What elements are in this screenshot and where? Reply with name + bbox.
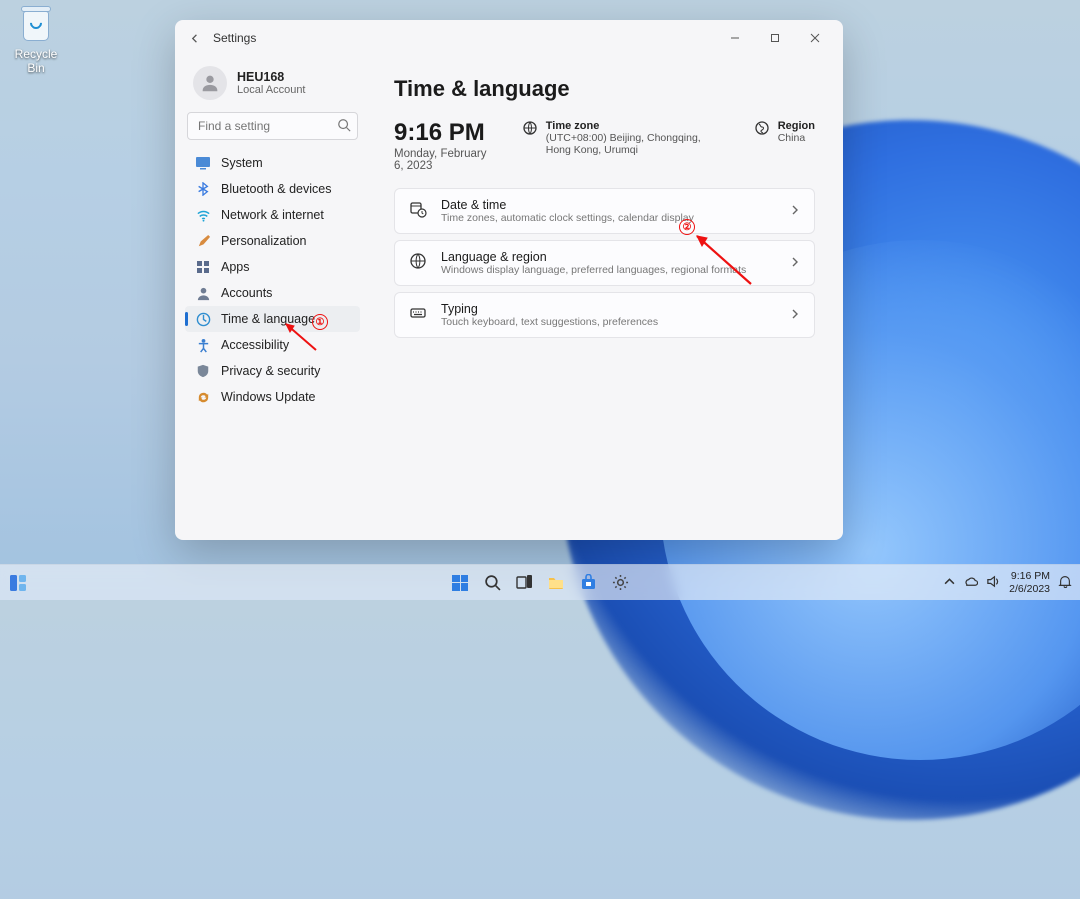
search-input[interactable]	[187, 112, 358, 140]
store-icon[interactable]	[575, 570, 601, 596]
language-icon	[409, 252, 427, 275]
timezone-block: Time zone (UTC+08:00) Beijing, Chongqing…	[522, 120, 726, 156]
chevron-right-icon	[790, 254, 800, 272]
chevron-right-icon	[790, 306, 800, 324]
desktop-icon-recycle-bin[interactable]: Recycle Bin	[6, 3, 66, 75]
chevron-right-icon	[790, 202, 800, 220]
system-icon	[195, 155, 211, 171]
sidebar-item-label: Network & internet	[221, 208, 324, 222]
sidebar-item-network[interactable]: Network & internet	[185, 202, 360, 228]
explorer-icon[interactable]	[543, 570, 569, 596]
system-tray: 9:16 PM 2/6/2023	[944, 570, 1080, 594]
sidebar-item-time-language[interactable]: Time & language	[185, 306, 360, 332]
sidebar-item-personalization[interactable]: Personalization	[185, 228, 360, 254]
taskbar-widgets[interactable]	[5, 570, 31, 596]
back-button[interactable]	[183, 26, 207, 50]
taskbar-search[interactable]	[479, 570, 505, 596]
titlebar: Settings	[175, 20, 843, 56]
sidebar-item-system[interactable]: System	[185, 150, 360, 176]
settings-window: Settings HEU168 Local Account	[175, 20, 843, 540]
brush-icon	[195, 233, 211, 249]
account-block[interactable]: HEU168 Local Account	[185, 56, 360, 112]
sidebar-item-apps[interactable]: Apps	[185, 254, 360, 280]
notifications-icon[interactable]	[1058, 574, 1072, 591]
bluetooth-icon	[195, 181, 211, 197]
card-title: Date & time	[441, 198, 694, 212]
taskbar: 9:16 PM 2/6/2023	[0, 564, 1080, 600]
annotation-arrow-1	[280, 320, 320, 359]
task-view[interactable]	[511, 570, 537, 596]
region-value: China	[778, 132, 815, 144]
region-label: Region	[778, 120, 815, 132]
maximize-button[interactable]	[755, 24, 795, 52]
calendar-clock-icon	[409, 200, 427, 223]
account-type: Local Account	[237, 84, 306, 96]
accessibility-icon	[195, 337, 211, 353]
window-title: Settings	[213, 31, 256, 45]
sidebar-item-bluetooth[interactable]: Bluetooth & devices	[185, 176, 360, 202]
card-typing[interactable]: Typing Touch keyboard, text suggestions,…	[394, 292, 815, 338]
sidebar-item-label: System	[221, 156, 263, 170]
page-title: Time & language	[394, 76, 815, 102]
main-panel: Time & language 9:16 PM Monday, February…	[370, 56, 843, 540]
sidebar-item-accessibility[interactable]: Accessibility	[185, 332, 360, 358]
card-sub: Touch keyboard, text suggestions, prefer…	[441, 316, 658, 328]
search-box[interactable]	[187, 112, 358, 140]
desktop-icon-label: Recycle Bin	[6, 47, 66, 75]
timezone-label: Time zone	[546, 120, 726, 132]
tray-chevron-up-icon[interactable]	[944, 576, 955, 590]
person-icon	[195, 285, 211, 301]
sidebar-item-label: Bluetooth & devices	[221, 182, 332, 196]
sidebar-item-label: Privacy & security	[221, 364, 320, 378]
card-title: Typing	[441, 302, 658, 316]
region-block: Region China	[754, 120, 815, 144]
update-icon	[195, 389, 211, 405]
region-icon	[754, 120, 770, 139]
sidebar-item-accounts[interactable]: Accounts	[185, 280, 360, 306]
sidebar-item-windows-update[interactable]: Windows Update	[185, 384, 360, 410]
sidebar-item-label: Accessibility	[221, 338, 289, 352]
time-summary: 9:16 PM Monday, February 6, 2023 Time zo…	[394, 120, 815, 172]
search-icon	[337, 118, 351, 137]
clock-time: 9:16 PM	[394, 120, 494, 146]
timezone-icon	[522, 120, 538, 139]
annotation-arrow-2	[691, 230, 757, 295]
close-button[interactable]	[795, 24, 835, 52]
sidebar-item-privacy[interactable]: Privacy & security	[185, 358, 360, 384]
tray-onedrive-icon[interactable]	[963, 574, 978, 592]
apps-icon	[195, 259, 211, 275]
start-button[interactable]	[447, 570, 473, 596]
tray-volume-icon[interactable]	[986, 574, 1001, 592]
recycle-bin-icon	[16, 3, 56, 45]
shield-icon	[195, 363, 211, 379]
settings-taskbar-icon[interactable]	[607, 570, 633, 596]
wifi-icon	[195, 207, 211, 223]
taskbar-clock[interactable]: 9:16 PM 2/6/2023	[1009, 570, 1050, 594]
account-name: HEU168	[237, 70, 306, 84]
taskbar-date: 2/6/2023	[1009, 583, 1050, 595]
taskbar-center	[447, 570, 633, 596]
card-date-time[interactable]: Date & time Time zones, automatic clock …	[394, 188, 815, 234]
sidebar: HEU168 Local Account System Bluetooth & …	[175, 56, 370, 540]
avatar	[193, 66, 227, 100]
timezone-value: (UTC+08:00) Beijing, Chongqing, Hong Kon…	[546, 132, 726, 156]
sidebar-item-label: Accounts	[221, 286, 272, 300]
sidebar-item-label: Apps	[221, 260, 250, 274]
card-sub: Time zones, automatic clock settings, ca…	[441, 212, 694, 224]
sidebar-item-label: Personalization	[221, 234, 306, 248]
sidebar-item-label: Windows Update	[221, 390, 316, 404]
taskbar-time: 9:16 PM	[1009, 570, 1050, 582]
globe-clock-icon	[195, 311, 211, 327]
clock-date: Monday, February 6, 2023	[394, 148, 494, 172]
minimize-button[interactable]	[715, 24, 755, 52]
nav-list: System Bluetooth & devices Network & int…	[185, 150, 360, 410]
keyboard-icon	[409, 304, 427, 327]
